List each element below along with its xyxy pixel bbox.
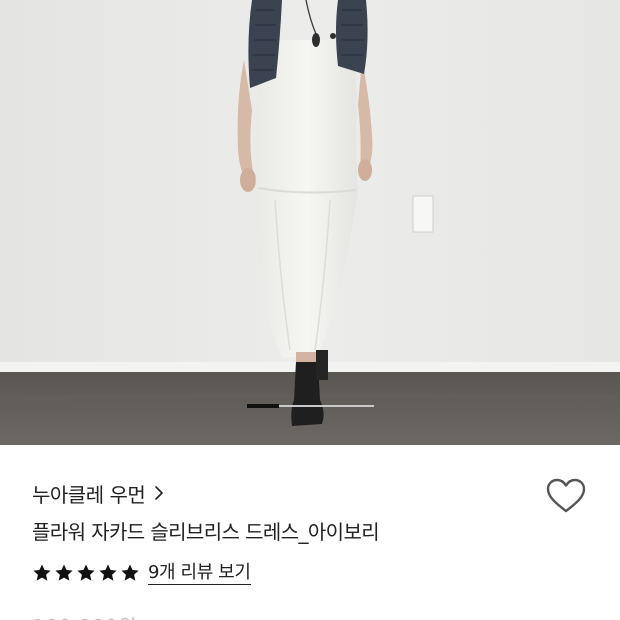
rating-stars (32, 563, 140, 583)
brand-name[interactable]: 누아클레 우먼 (32, 479, 146, 508)
review-link[interactable]: 9개 리뷰 보기 (148, 562, 251, 585)
star-filled-icon (54, 563, 74, 583)
star-filled-icon (32, 563, 52, 583)
chevron-right-icon[interactable] (154, 483, 166, 503)
product-photo (0, 0, 620, 445)
brand-link[interactable]: 누아클레 우먼 (32, 479, 166, 508)
star-filled-icon (76, 563, 96, 583)
star-filled-icon (120, 563, 140, 583)
product-image[interactable] (0, 0, 620, 445)
heart-outline-icon[interactable] (546, 478, 586, 514)
original-price: 100,000원 (32, 611, 137, 620)
product-info: 누아클레 우먼 플라워 자카드 슬리브리스 드레스_아이보리 9개 리뷰 보기 … (0, 445, 620, 620)
product-title: 플라워 자카드 슬리브리스 드레스_아이보리 (32, 520, 380, 544)
carousel-indicator-active (247, 404, 279, 408)
star-filled-icon (98, 563, 118, 583)
carousel-indicator (247, 404, 374, 408)
rating-row: 9개 리뷰 보기 (32, 561, 251, 585)
